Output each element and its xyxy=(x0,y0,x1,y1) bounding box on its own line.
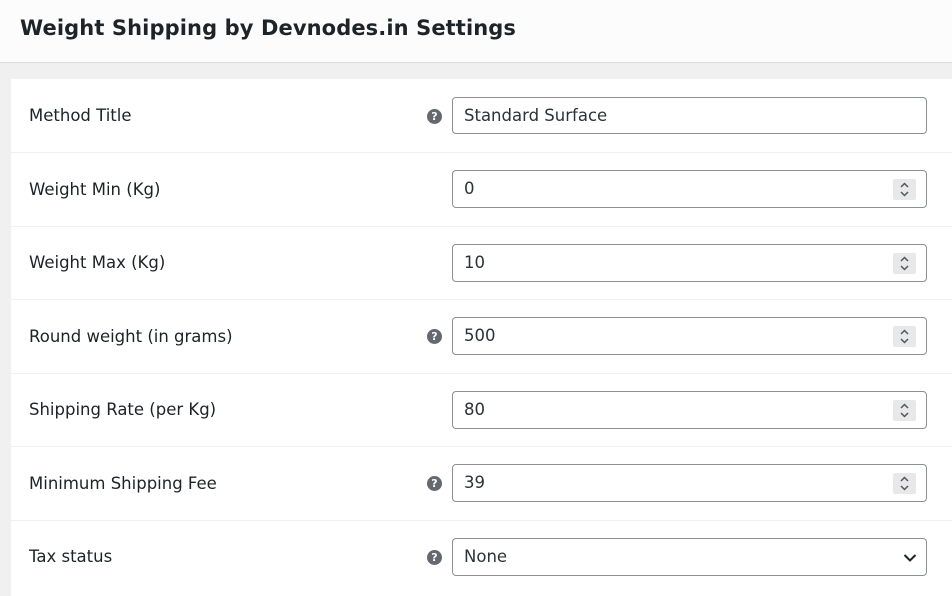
settings-header: Weight Shipping by Devnodes.in Settings xyxy=(0,0,952,63)
help-icon[interactable]: ? xyxy=(427,109,442,124)
settings-form: Method Title ? Standard Surface Weight M… xyxy=(11,79,952,596)
number-stepper-icon[interactable] xyxy=(893,179,916,200)
form-row-method-title: Method Title ? Standard Surface xyxy=(11,79,952,153)
help-icon[interactable]: ? xyxy=(427,329,442,344)
number-stepper-icon[interactable] xyxy=(893,326,916,347)
minimum-shipping-fee-value: 39 xyxy=(464,473,485,492)
tax-status-select[interactable]: None xyxy=(452,538,927,576)
tax-status-label: Tax status xyxy=(29,547,113,566)
round-weight-label: Round weight (in grams) xyxy=(29,327,233,346)
method-title-input[interactable]: Standard Surface xyxy=(452,97,927,134)
weight-min-label: Weight Min (Kg) xyxy=(29,180,161,199)
number-stepper-icon[interactable] xyxy=(893,400,916,421)
form-row-weight-min: Weight Min (Kg) 0 xyxy=(11,153,952,227)
form-row-shipping-rate: Shipping Rate (per Kg) 80 xyxy=(11,373,952,447)
shipping-rate-value: 80 xyxy=(464,400,485,419)
form-row-round-weight: Round weight (in grams) ? 500 xyxy=(11,300,952,374)
help-icon[interactable]: ? xyxy=(427,550,442,565)
weight-min-input[interactable]: 0 xyxy=(452,170,927,208)
weight-min-value: 0 xyxy=(464,179,475,198)
form-row-weight-max: Weight Max (Kg) 10 xyxy=(11,226,952,300)
chevron-down-icon xyxy=(903,550,917,569)
weight-max-label: Weight Max (Kg) xyxy=(29,253,166,272)
shipping-rate-input[interactable]: 80 xyxy=(452,391,927,429)
method-title-label: Method Title xyxy=(29,106,132,125)
weight-max-input[interactable]: 10 xyxy=(452,244,927,282)
method-title-value: Standard Surface xyxy=(464,106,608,125)
weight-max-value: 10 xyxy=(464,253,485,272)
shipping-rate-label: Shipping Rate (per Kg) xyxy=(29,400,217,419)
number-stepper-icon[interactable] xyxy=(893,473,916,494)
number-stepper-icon[interactable] xyxy=(893,253,916,274)
form-row-tax-status: Tax status ? None xyxy=(11,520,952,594)
help-icon[interactable]: ? xyxy=(427,476,442,491)
round-weight-input[interactable]: 500 xyxy=(452,317,927,355)
minimum-shipping-fee-label: Minimum Shipping Fee xyxy=(29,474,217,493)
form-row-minimum-shipping-fee: Minimum Shipping Fee ? 39 xyxy=(11,447,952,521)
page-title: Weight Shipping by Devnodes.in Settings xyxy=(20,16,517,40)
minimum-shipping-fee-input[interactable]: 39 xyxy=(452,464,927,502)
round-weight-value: 500 xyxy=(464,326,496,345)
tax-status-value: None xyxy=(464,547,508,566)
